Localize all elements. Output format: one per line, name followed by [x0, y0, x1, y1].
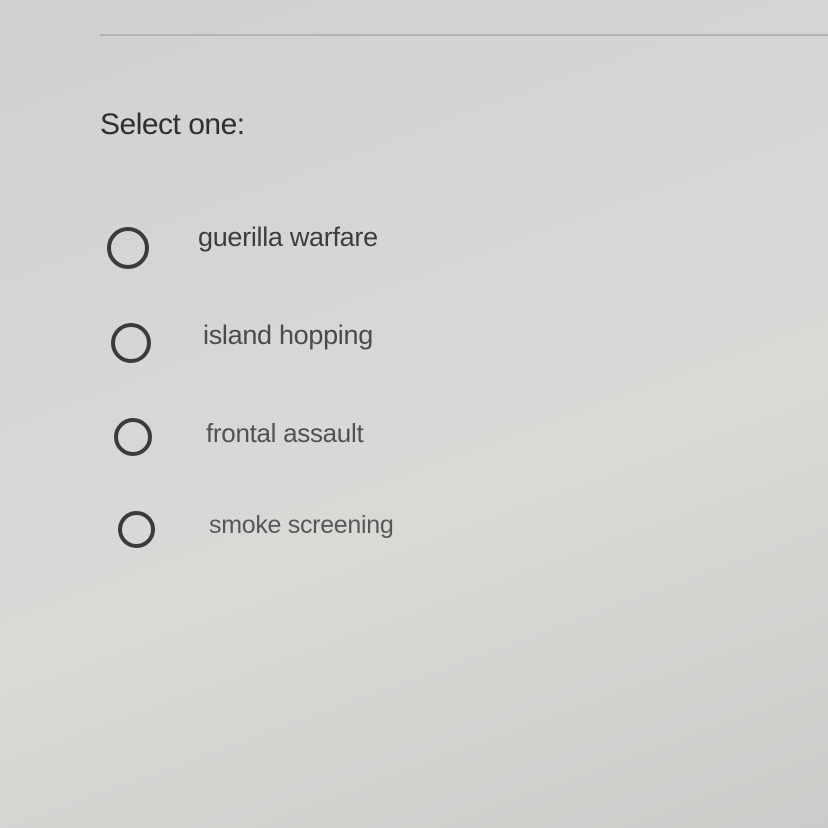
- option-label[interactable]: island hopping: [203, 320, 373, 351]
- option-label[interactable]: guerilla warfare: [198, 222, 378, 253]
- radio-button[interactable]: [111, 323, 151, 363]
- option-label[interactable]: smoke screening: [209, 511, 394, 540]
- radio-button[interactable]: [118, 511, 155, 548]
- option-label[interactable]: frontal assault: [206, 418, 364, 449]
- radio-button[interactable]: [107, 227, 149, 269]
- quiz-page: Select one: guerilla warfare island hopp…: [0, 0, 828, 828]
- radio-button[interactable]: [114, 418, 152, 456]
- answer-options: guerilla warfare island hopping frontal …: [0, 0, 828, 828]
